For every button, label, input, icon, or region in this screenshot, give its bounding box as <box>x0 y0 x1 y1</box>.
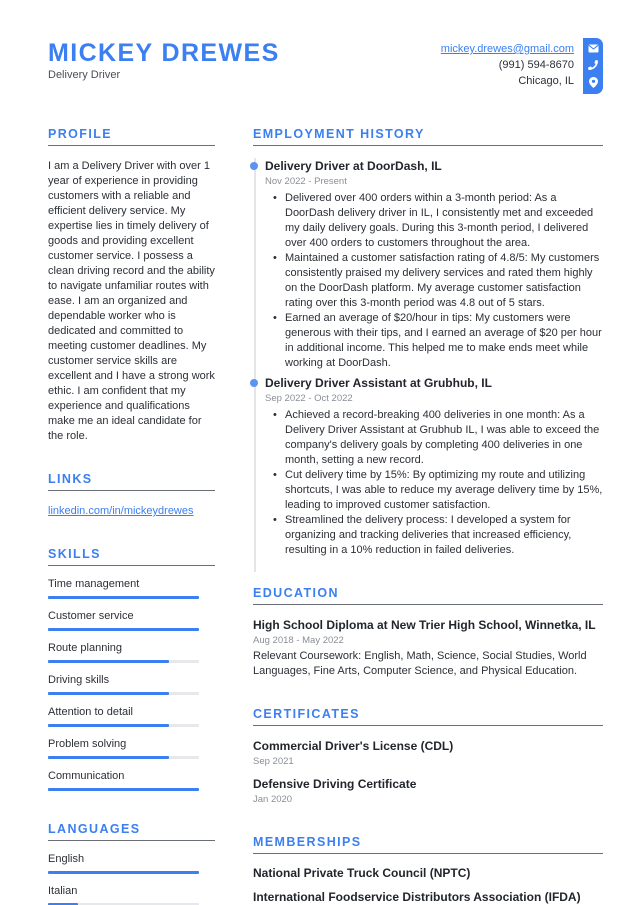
membership-item: International Foodservice Distributors A… <box>253 890 581 904</box>
phone-icon <box>588 60 598 70</box>
links-section: LINKS linkedin.com/in/mickeydrewes <box>48 471 215 519</box>
skill-item: Communication <box>48 769 215 791</box>
education-dates: Aug 2018 - May 2022 <box>253 635 344 646</box>
skill-label: Route planning <box>48 642 123 654</box>
languages-section: LANGUAGES English Italian <box>48 821 215 905</box>
certificate-date: Sep 2021 <box>253 756 294 767</box>
certificate-entry: Defensive Driving Certificate Jan 2020 <box>253 776 603 806</box>
languages-list: English Italian <box>48 852 215 905</box>
education-section: EDUCATION High School Diploma at New Tri… <box>253 585 603 679</box>
certificates-heading: CERTIFICATES <box>253 706 603 726</box>
language-label: Italian <box>48 885 78 897</box>
skill-level-track <box>48 692 199 695</box>
language-item: English <box>48 852 215 874</box>
skill-label: Attention to detail <box>48 706 134 718</box>
skills-heading: SKILLS <box>48 546 215 566</box>
skill-level-track <box>48 788 199 791</box>
certificate-title: Commercial Driver's License (CDL) <box>253 739 454 753</box>
job-bullet: Cut delivery time by 15%: By optimizing … <box>273 468 603 513</box>
certificates-section: CERTIFICATES Commercial Driver's License… <box>253 706 603 806</box>
employment-section: EMPLOYMENT HISTORY Delivery Driver at Do… <box>250 126 603 572</box>
job-entry: Delivery Driver Assistant at Grubhub, IL… <box>250 375 603 558</box>
candidate-title: Delivery Driver <box>48 69 121 81</box>
skill-item: Time management <box>48 577 215 599</box>
skill-label: Communication <box>48 770 125 782</box>
job-entry: Delivery Driver at DoorDash, IL Nov 2022… <box>250 158 603 371</box>
left-column: PROFILE I am a Delivery Driver with over… <box>48 126 215 905</box>
timeline-dot <box>250 379 258 387</box>
candidate-name: MICKEY DREWES <box>48 39 280 67</box>
links-heading: LINKS <box>48 471 215 491</box>
memberships-section: MEMBERSHIPS National Private Truck Counc… <box>253 834 603 905</box>
skill-item: Customer service <box>48 609 215 631</box>
skill-item: Driving skills <box>48 673 215 695</box>
skill-level-track <box>48 724 199 727</box>
job-dates: Sep 2022 - Oct 2022 <box>265 393 353 404</box>
resume-header: MICKEY DREWES Delivery Driver <box>48 38 280 82</box>
skill-level-fill <box>48 596 199 599</box>
job-bullet: Streamlined the delivery process: I deve… <box>273 513 603 558</box>
skill-item: Route planning <box>48 641 215 663</box>
location: Chicago, IL <box>518 75 574 87</box>
certificate-entry: Commercial Driver's License (CDL) Sep 20… <box>253 738 603 768</box>
skill-label: Problem solving <box>48 738 127 750</box>
skill-level-track <box>48 596 199 599</box>
job-bullet: Maintained a customer satisfaction ratin… <box>273 251 603 311</box>
membership-item: National Private Truck Council (NPTC) <box>253 866 471 880</box>
employment-heading: EMPLOYMENT HISTORY <box>253 126 603 146</box>
language-label: English <box>48 853 85 865</box>
skill-level-fill <box>48 788 199 791</box>
education-entry: High School Diploma at New Trier High Sc… <box>253 617 603 679</box>
skill-level-fill <box>48 628 199 631</box>
skill-label: Time management <box>48 578 140 590</box>
skill-level-fill <box>48 756 169 759</box>
right-column: EMPLOYMENT HISTORY Delivery Driver at Do… <box>250 126 603 905</box>
linkedin-link[interactable]: linkedin.com/in/mickeydrewes <box>48 504 215 519</box>
skill-label: Customer service <box>48 610 134 622</box>
job-title: Delivery Driver at DoorDash, IL <box>265 159 442 173</box>
envelope-icon <box>587 44 599 53</box>
job-bullet: Delivered over 400 orders within a 3-mon… <box>273 191 603 251</box>
skill-level-track <box>48 756 199 759</box>
timeline-dot <box>250 162 258 170</box>
skill-level-fill <box>48 724 169 727</box>
job-dates: Nov 2022 - Present <box>265 176 347 187</box>
job-bullets: Achieved a record-breaking 400 deliverie… <box>265 408 603 558</box>
skill-level-track <box>48 660 199 663</box>
memberships-heading: MEMBERSHIPS <box>253 834 603 854</box>
language-item: Italian <box>48 884 215 905</box>
contact-icon-bar <box>583 38 603 94</box>
skill-item: Attention to detail <box>48 705 215 727</box>
languages-heading: LANGUAGES <box>48 821 215 841</box>
job-title: Delivery Driver Assistant at Grubhub, IL <box>265 376 492 390</box>
skill-label: Driving skills <box>48 674 110 686</box>
timeline-line <box>254 158 256 572</box>
job-bullets: Delivered over 400 orders within a 3-mon… <box>265 191 603 371</box>
language-level-track <box>48 871 199 874</box>
certificate-date: Jan 2020 <box>253 794 293 805</box>
skills-section: SKILLS Time management Customer service … <box>48 546 215 791</box>
profile-summary: I am a Delivery Driver with over 1 year … <box>48 160 215 442</box>
job-bullet: Earned an average of $20/hour in tips: M… <box>273 311 603 371</box>
map-pin-icon <box>588 76 598 88</box>
employment-timeline: Delivery Driver at DoorDash, IL Nov 2022… <box>250 158 603 572</box>
profile-heading: PROFILE <box>48 126 215 146</box>
contact-info: mickey.drewes@gmail.com (991) 594-8670 C… <box>441 41 574 89</box>
language-level-fill <box>48 871 199 874</box>
skill-level-track <box>48 628 199 631</box>
email-link[interactable]: mickey.drewes@gmail.com <box>441 43 574 55</box>
profile-section: PROFILE I am a Delivery Driver with over… <box>48 126 215 444</box>
certificate-title: Defensive Driving Certificate <box>253 777 417 791</box>
skill-level-fill <box>48 660 169 663</box>
education-title: High School Diploma at New Trier High Sc… <box>253 618 596 632</box>
education-heading: EDUCATION <box>253 585 603 605</box>
skill-level-fill <box>48 692 169 695</box>
skill-item: Problem solving <box>48 737 215 759</box>
phone-number: (991) 594-8670 <box>498 59 574 71</box>
education-description: Relevant Coursework: English, Math, Scie… <box>253 650 587 677</box>
skills-list: Time management Customer service Route p… <box>48 577 215 791</box>
job-bullet: Achieved a record-breaking 400 deliverie… <box>273 408 603 468</box>
